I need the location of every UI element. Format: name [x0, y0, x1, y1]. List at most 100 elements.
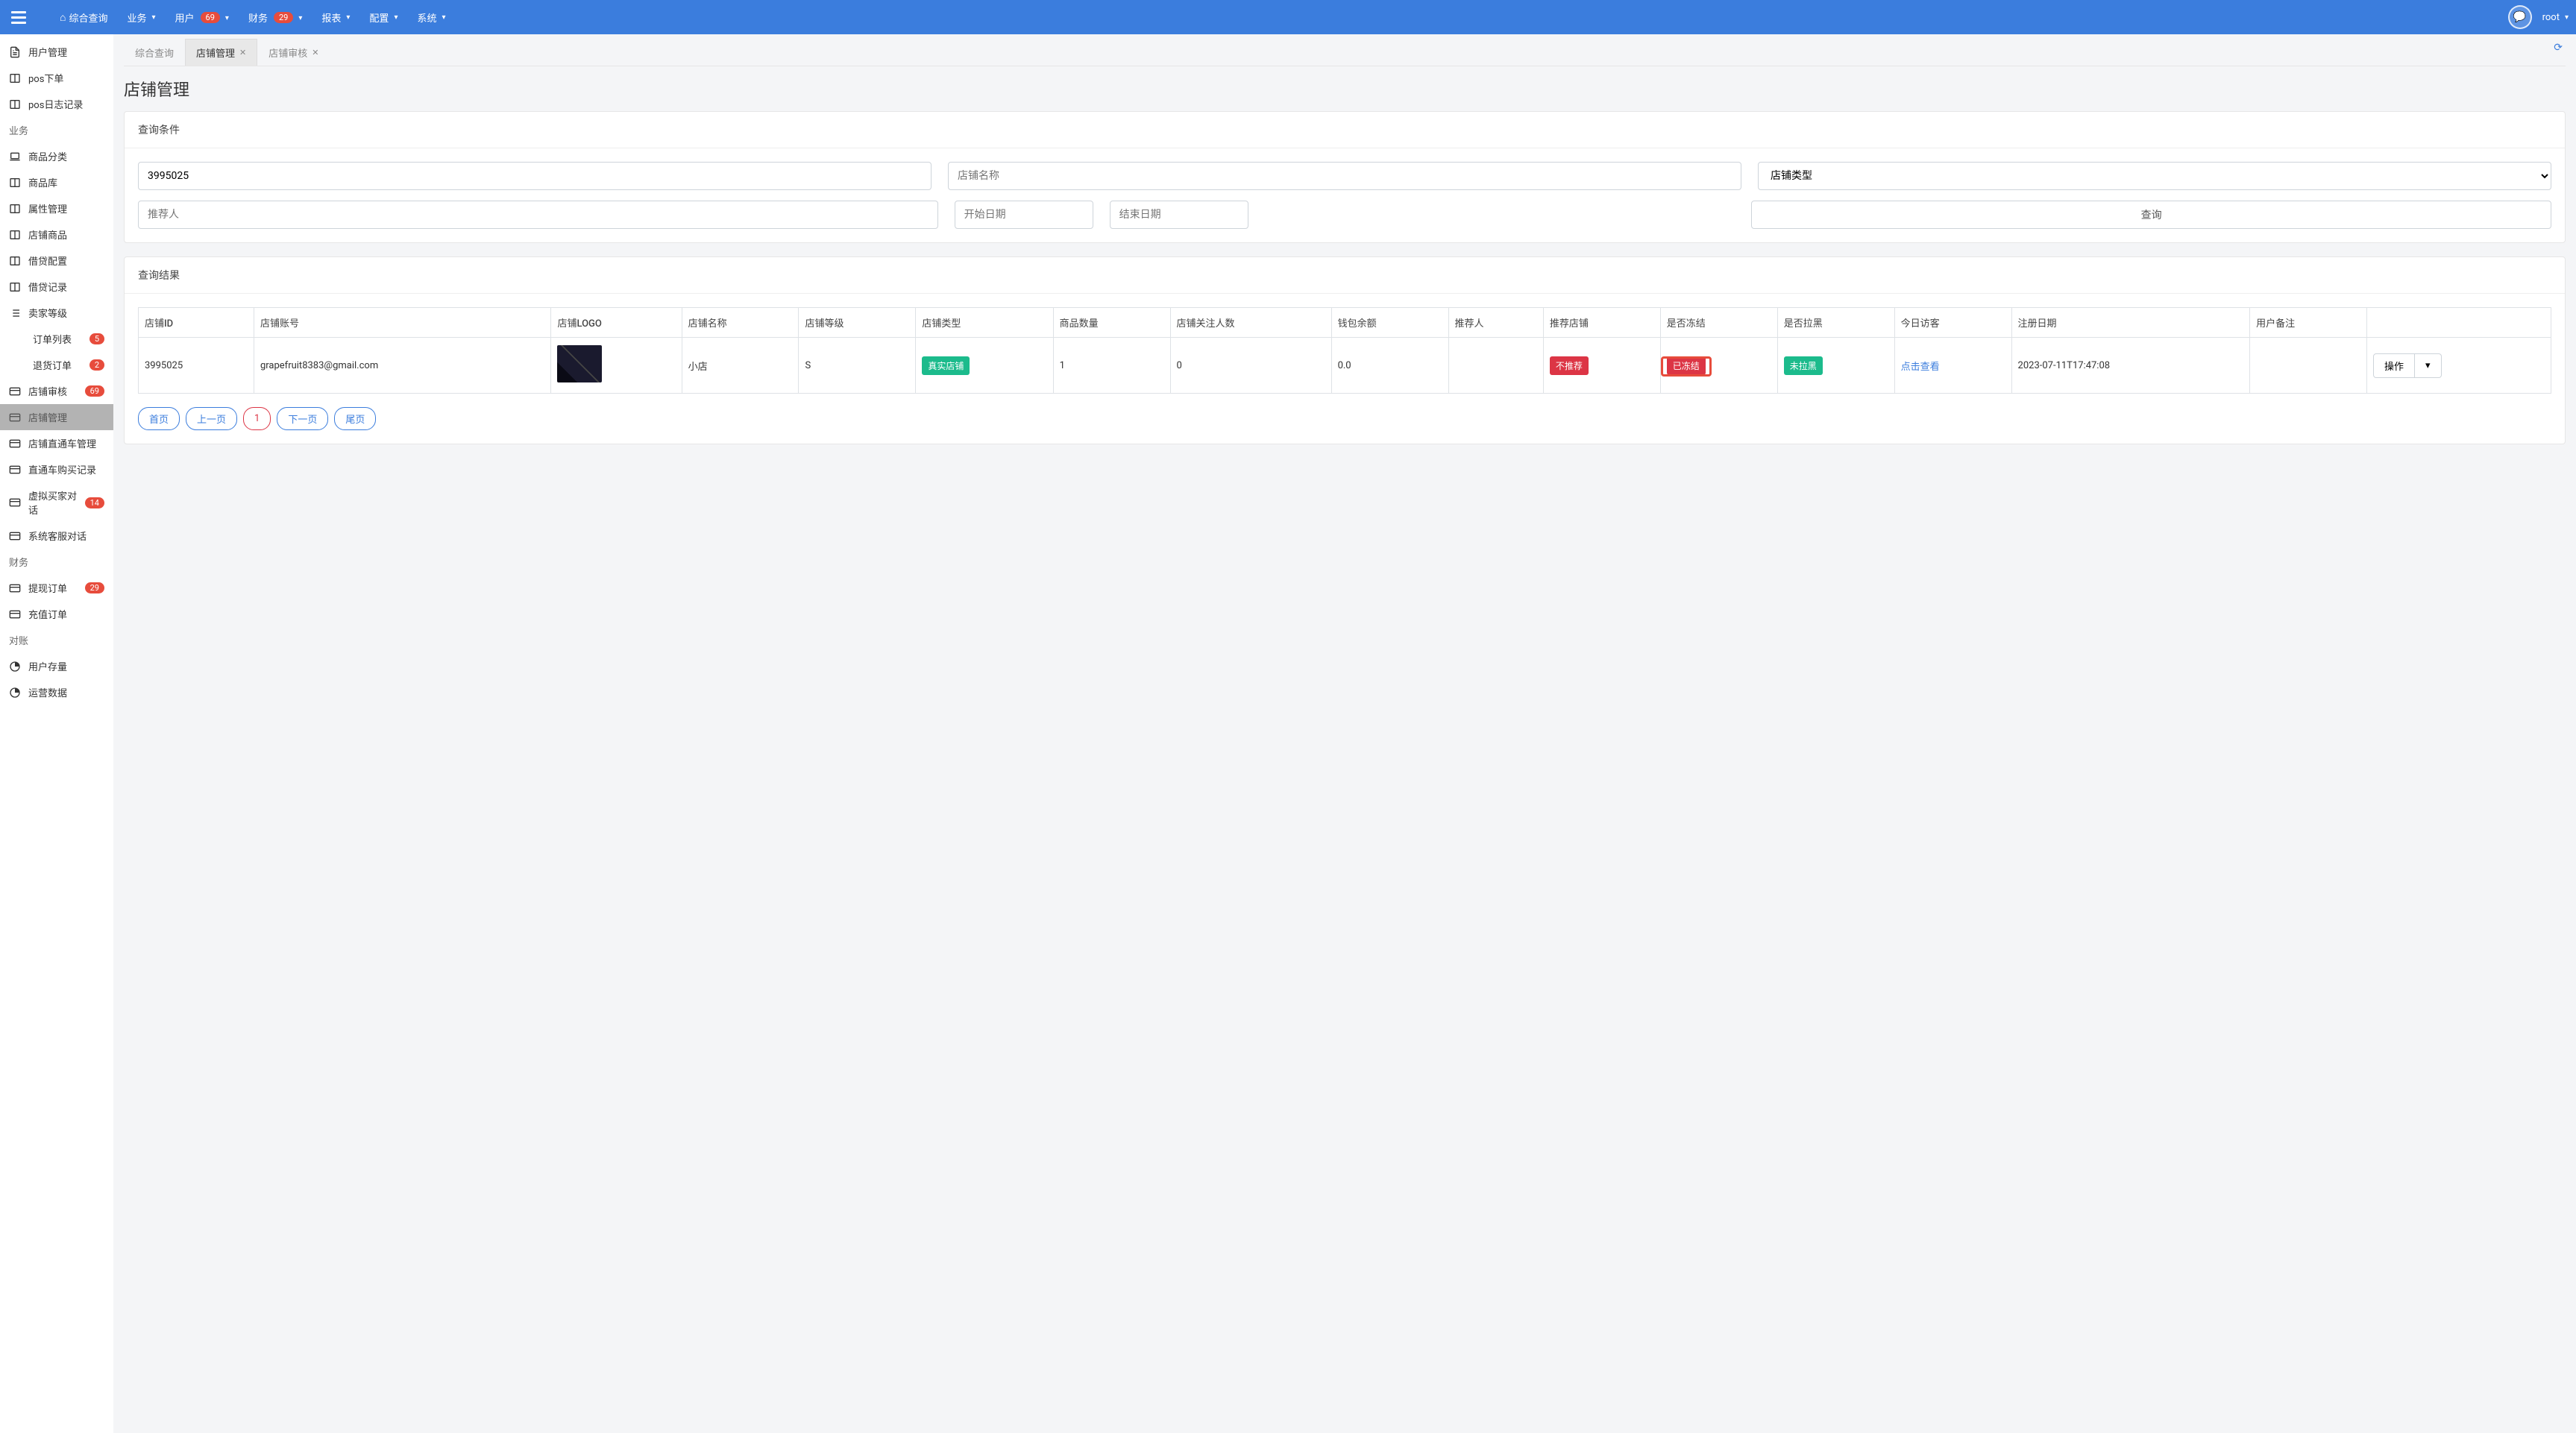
sidebar-badge: 14	[85, 497, 104, 508]
list-icon	[9, 307, 21, 319]
sidebar-item[interactable]: 提现订单29	[0, 575, 113, 601]
shop-id-input[interactable]	[138, 162, 932, 190]
card-icon	[9, 464, 21, 476]
table-header: 店铺等级	[799, 308, 916, 338]
sidebar-item-label: 系统客服对话	[28, 529, 87, 543]
shop-type-select[interactable]: 店铺类型	[1758, 162, 2551, 190]
sidebar-item[interactable]: 虚拟买家对话 14	[0, 482, 113, 523]
cell-followers: 0	[1170, 338, 1331, 394]
tab-shop-manage[interactable]: 店铺管理✕	[185, 39, 257, 66]
close-icon[interactable]: ✕	[239, 48, 246, 57]
sidebar-item[interactable]: 系统客服对话	[0, 523, 113, 549]
table-header: 商品数量	[1053, 308, 1170, 338]
page-last[interactable]: 尾页	[334, 407, 376, 430]
sidebar-item[interactable]: 属性管理	[0, 195, 113, 221]
query-card-title: 查询条件	[125, 112, 2565, 148]
page-first[interactable]: 首页	[138, 407, 180, 430]
nav-report[interactable]: 报表	[314, 6, 357, 29]
doc-icon	[9, 46, 21, 58]
start-date-input[interactable]	[955, 201, 1093, 229]
cell-logo	[551, 338, 682, 394]
table-header: 注册日期	[2011, 308, 2250, 338]
book-icon	[9, 98, 21, 110]
nav-business[interactable]: 业务	[119, 6, 163, 29]
sidebar-item[interactable]: 店铺审核69	[0, 378, 113, 404]
sidebar-item[interactable]: 店铺管理	[0, 404, 113, 430]
sidebar-item-label: 商品分类	[28, 149, 67, 163]
cell-op: 操作 ▾	[2367, 338, 2551, 394]
op-button[interactable]: 操作	[2373, 353, 2415, 378]
table-header: 店铺类型	[916, 308, 1053, 338]
page-next[interactable]: 下一页	[277, 407, 328, 430]
card-icon	[9, 438, 21, 450]
tab-query[interactable]: 综合查询	[124, 39, 185, 66]
sidebar-item[interactable]: 店铺直通车管理	[0, 430, 113, 456]
sidebar-item-label: 直通车购买记录	[28, 462, 96, 476]
cell-blacklist: 未拉黑	[1777, 338, 1894, 394]
sidebar-item-label: 店铺管理	[28, 410, 67, 424]
content: ⟳ 综合查询 店铺管理✕ 店铺审核✕ 店铺管理 查询条件 店铺类型	[113, 34, 2576, 1433]
sidebar-item-label: pos日志记录	[28, 97, 83, 111]
sidebar-item[interactable]: 充值订单	[0, 601, 113, 627]
sidebar-item[interactable]: 用户存量	[0, 653, 113, 679]
nav-home[interactable]: 综合查询	[52, 6, 115, 29]
user-menu[interactable]: root	[2542, 12, 2569, 23]
nav-config[interactable]: 配置	[362, 6, 405, 29]
end-date-input[interactable]	[1110, 201, 1248, 229]
sidebar-item[interactable]: 卖家等级	[0, 300, 113, 326]
sidebar-item-label: 用户管理	[28, 45, 67, 59]
table-header: 店铺ID	[139, 308, 254, 338]
sidebar-item-label: 退货订单	[33, 358, 72, 372]
cell-goods: 1	[1053, 338, 1170, 394]
cell-remark	[2250, 338, 2367, 394]
recommend-badge: 不推荐	[1550, 356, 1589, 375]
cell-type: 真实店铺	[916, 338, 1053, 394]
sidebar: 用户管理pos下单pos日志记录 业务 商品分类商品库属性管理店铺商品借贷配置借…	[0, 34, 113, 1433]
sidebar-item[interactable]: 店铺商品	[0, 221, 113, 248]
table-header: 是否冻结	[1660, 308, 1777, 338]
close-icon[interactable]: ✕	[312, 48, 318, 57]
nav-user[interactable]: 用户69	[168, 6, 236, 29]
results-card-title: 查询结果	[125, 257, 2565, 294]
shop-name-input[interactable]	[948, 162, 1741, 190]
refresh-icon[interactable]: ⟳	[2554, 42, 2563, 54]
hamburger-menu-icon[interactable]	[7, 7, 30, 28]
chat-icon[interactable]	[2508, 5, 2532, 29]
sidebar-item[interactable]: pos日志记录	[0, 91, 113, 117]
sidebar-item[interactable]: 用户管理	[0, 39, 113, 65]
sidebar-badge: 69	[85, 385, 104, 397]
sidebar-item-label: 借贷配置	[28, 253, 67, 268]
sidebar-item-label: 商品库	[28, 175, 57, 189]
table-header: 店铺LOGO	[551, 308, 682, 338]
page-prev[interactable]: 上一页	[186, 407, 237, 430]
nav-finance[interactable]: 财务29	[241, 6, 310, 29]
sidebar-item[interactable]: 商品库	[0, 169, 113, 195]
sidebar-item-label: 虚拟买家对话	[28, 488, 78, 517]
top-nav: 综合查询 业务 用户69 财务29 报表 配置 系统	[52, 6, 453, 29]
table-header: 用户备注	[2250, 308, 2367, 338]
book-icon	[9, 72, 21, 84]
visitors-link[interactable]: 点击查看	[1901, 362, 1940, 373]
tab-shop-audit[interactable]: 店铺审核✕	[257, 39, 330, 66]
sidebar-item[interactable]: 借贷配置	[0, 248, 113, 274]
sidebar-item[interactable]: 订单列表5	[0, 326, 113, 352]
home-icon	[60, 11, 66, 24]
referrer-input[interactable]	[138, 201, 938, 229]
page-current[interactable]: 1	[243, 407, 271, 430]
op-dropdown[interactable]: ▾	[2415, 353, 2442, 378]
table-header: 推荐人	[1448, 308, 1543, 338]
sidebar-item[interactable]: 退货订单2	[0, 352, 113, 378]
sidebar-item[interactable]: 借贷记录	[0, 274, 113, 300]
sidebar-item[interactable]: 商品分类	[0, 143, 113, 169]
sidebar-item-label: 充值订单	[28, 607, 67, 621]
blacklist-badge: 未拉黑	[1784, 356, 1823, 375]
sidebar-badge: 5	[89, 333, 104, 344]
sidebar-item[interactable]: 运营数据	[0, 679, 113, 705]
query-button[interactable]: 查询	[1751, 201, 2551, 229]
page-title: 店铺管理	[124, 77, 2566, 101]
sidebar-item[interactable]: 直通车购买记录	[0, 456, 113, 482]
cell-referrer	[1448, 338, 1543, 394]
sidebar-item[interactable]: pos下单	[0, 65, 113, 91]
nav-system[interactable]: 系统	[409, 6, 453, 29]
pie-icon	[9, 687, 21, 699]
